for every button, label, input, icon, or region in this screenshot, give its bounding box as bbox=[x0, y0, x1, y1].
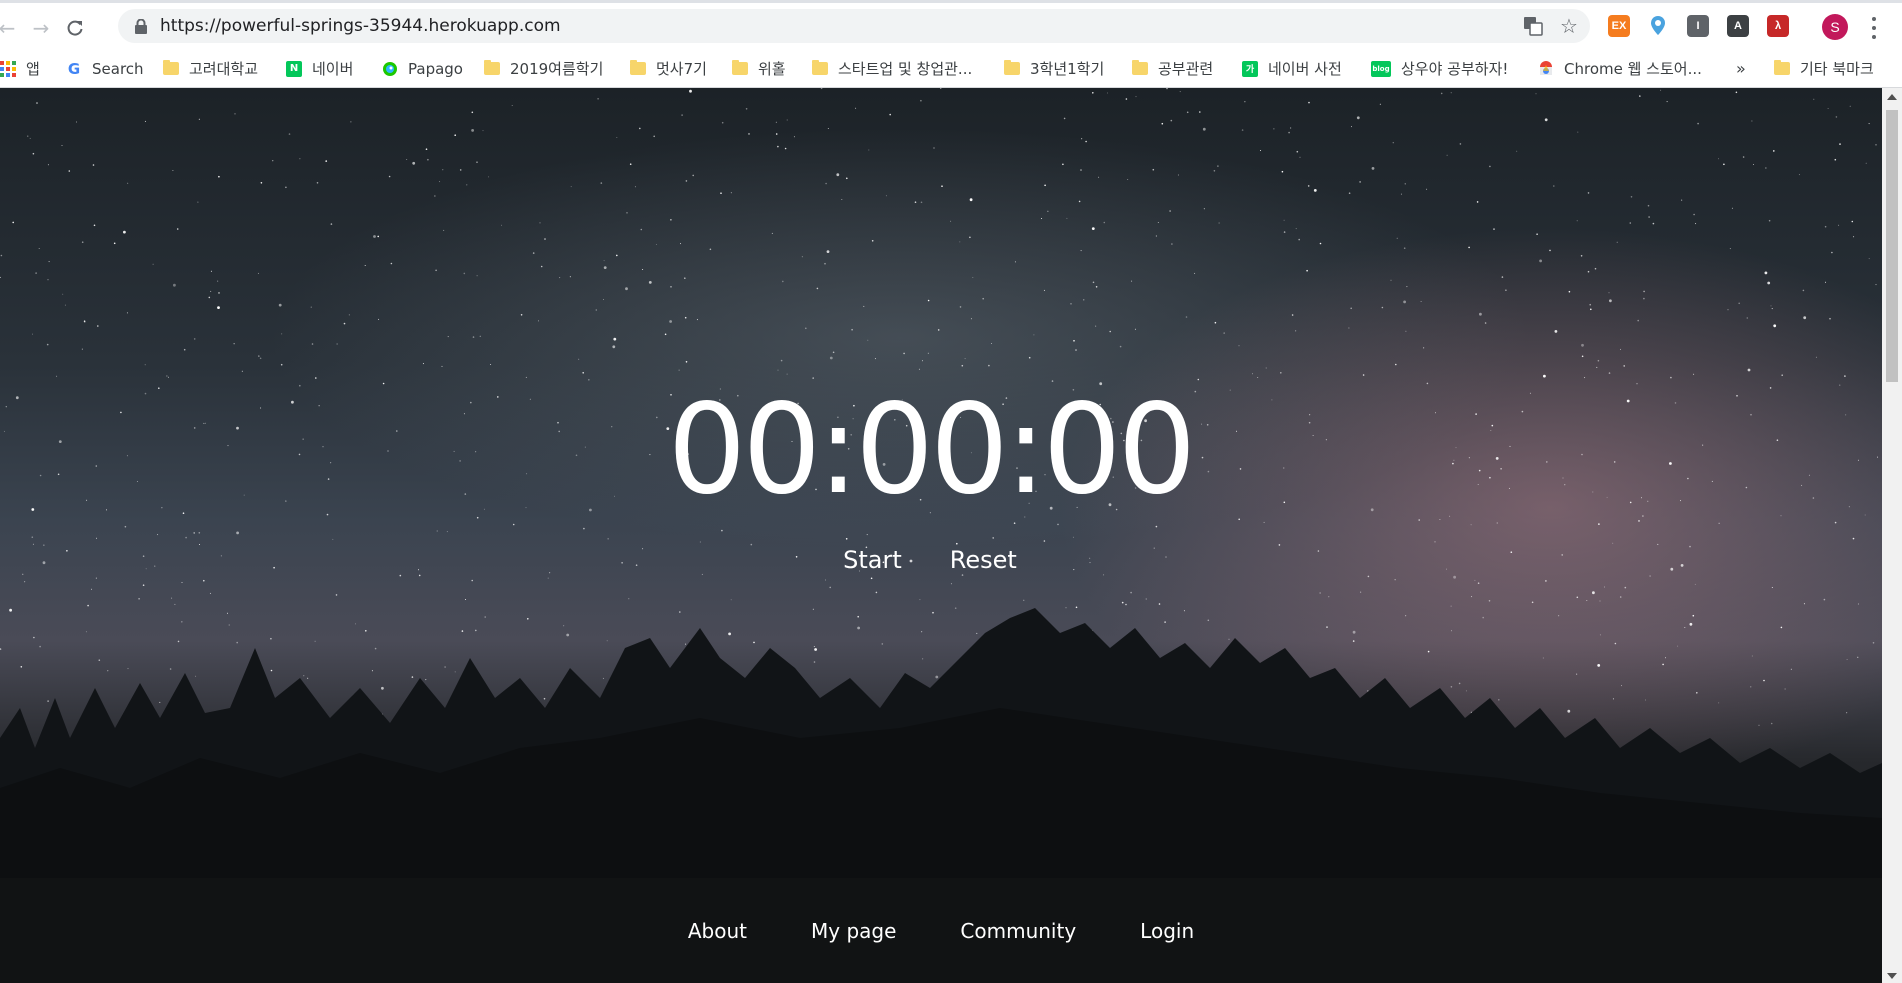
folder-icon bbox=[1004, 60, 1020, 77]
scroll-down-icon[interactable] bbox=[1887, 973, 1897, 979]
bookmark-apps[interactable]: 앱 bbox=[0, 50, 40, 87]
folder-icon bbox=[484, 60, 500, 77]
bookmark-study[interactable]: 공부관련 bbox=[1132, 50, 1213, 87]
bookmark-startup[interactable]: 스타트업 및 창업관... bbox=[812, 50, 972, 87]
naver-icon: N bbox=[286, 60, 302, 77]
reload-button[interactable] bbox=[60, 13, 90, 43]
chrome-store-icon bbox=[1538, 60, 1554, 77]
folder-icon bbox=[1132, 60, 1148, 77]
footer-community-link[interactable]: Community bbox=[960, 919, 1076, 943]
folder-icon bbox=[163, 60, 179, 77]
footer-nav: About My page Community Login bbox=[0, 878, 1882, 983]
bookmark-blog[interactable]: blog 상우야 공부하자! bbox=[1371, 50, 1508, 87]
url-text: https://powerful-springs-35944.herokuapp… bbox=[160, 16, 561, 36]
ext-ex-icon[interactable]: EX bbox=[1608, 15, 1630, 37]
tree-silhouette bbox=[0, 608, 1882, 878]
browser-toolbar: ← → https://powerful-springs-35944.herok… bbox=[0, 0, 1902, 50]
ext-a-icon[interactable]: A bbox=[1727, 15, 1749, 37]
footer-login-link[interactable]: Login bbox=[1140, 919, 1194, 943]
hero-background: 00:00:00 Start Reset bbox=[0, 88, 1882, 878]
apps-icon bbox=[0, 60, 16, 77]
page-scrollbar[interactable] bbox=[1882, 88, 1902, 983]
footer-about-link[interactable]: About bbox=[688, 919, 747, 943]
chrome-menu-icon[interactable] bbox=[1868, 15, 1880, 41]
ext-i-icon[interactable]: I bbox=[1687, 15, 1709, 37]
ext-location-icon[interactable] bbox=[1647, 15, 1669, 37]
scrollbar-thumb[interactable] bbox=[1886, 110, 1898, 382]
footer-mypage-link[interactable]: My page bbox=[811, 919, 896, 943]
bookmark-naver[interactable]: N 네이버 bbox=[286, 50, 353, 87]
forward-button[interactable]: → bbox=[26, 13, 56, 43]
lock-icon bbox=[135, 19, 147, 34]
translate-icon[interactable] bbox=[1522, 15, 1544, 37]
bookmarks-bar: 앱 G Search 고려대학교 N 네이버 Papago 2019여름학기 멋… bbox=[0, 50, 1902, 88]
bookmark-wihol[interactable]: 위홀 bbox=[732, 50, 786, 87]
bookmark-3rd-year[interactable]: 3학년1학기 bbox=[1004, 50, 1104, 87]
reload-icon bbox=[67, 20, 83, 36]
back-button[interactable]: ← bbox=[0, 13, 22, 43]
reset-button[interactable]: Reset bbox=[950, 546, 1017, 574]
bookmark-korea-univ[interactable]: 고려대학교 bbox=[163, 50, 258, 87]
bookmark-likelion[interactable]: 멋사7기 bbox=[630, 50, 707, 87]
bookmarks-overflow-button[interactable]: » bbox=[1736, 50, 1746, 87]
profile-avatar[interactable]: S bbox=[1822, 14, 1848, 40]
timer-display: 00:00:00 bbox=[667, 378, 1197, 522]
naver-dict-icon: 가 bbox=[1242, 60, 1258, 77]
start-button[interactable]: Start bbox=[843, 546, 902, 574]
bookmark-naver-dict[interactable]: 가 네이버 사전 bbox=[1242, 50, 1342, 87]
address-bar[interactable]: https://powerful-springs-35944.herokuapp… bbox=[118, 9, 1590, 43]
google-icon: G bbox=[67, 59, 81, 78]
bookmark-chrome-store[interactable]: Chrome 웹 스토어... bbox=[1538, 50, 1702, 87]
bookmark-search[interactable]: G Search bbox=[66, 50, 144, 87]
timer-controls: Start Reset bbox=[0, 546, 1860, 574]
folder-icon bbox=[732, 60, 748, 77]
bookmark-summer-2019[interactable]: 2019여름학기 bbox=[484, 50, 603, 87]
bookmark-other[interactable]: 기타 북마크 bbox=[1774, 50, 1874, 87]
folder-icon bbox=[812, 60, 828, 77]
scroll-up-icon[interactable] bbox=[1887, 94, 1897, 100]
folder-icon bbox=[630, 60, 646, 77]
blog-icon: blog bbox=[1371, 60, 1391, 77]
papago-icon bbox=[382, 61, 398, 77]
ext-pdf-icon[interactable]: λ bbox=[1767, 15, 1789, 37]
bookmark-papago[interactable]: Papago bbox=[382, 50, 463, 87]
bookmark-star-icon[interactable]: ☆ bbox=[1558, 14, 1580, 38]
folder-icon bbox=[1774, 60, 1790, 77]
